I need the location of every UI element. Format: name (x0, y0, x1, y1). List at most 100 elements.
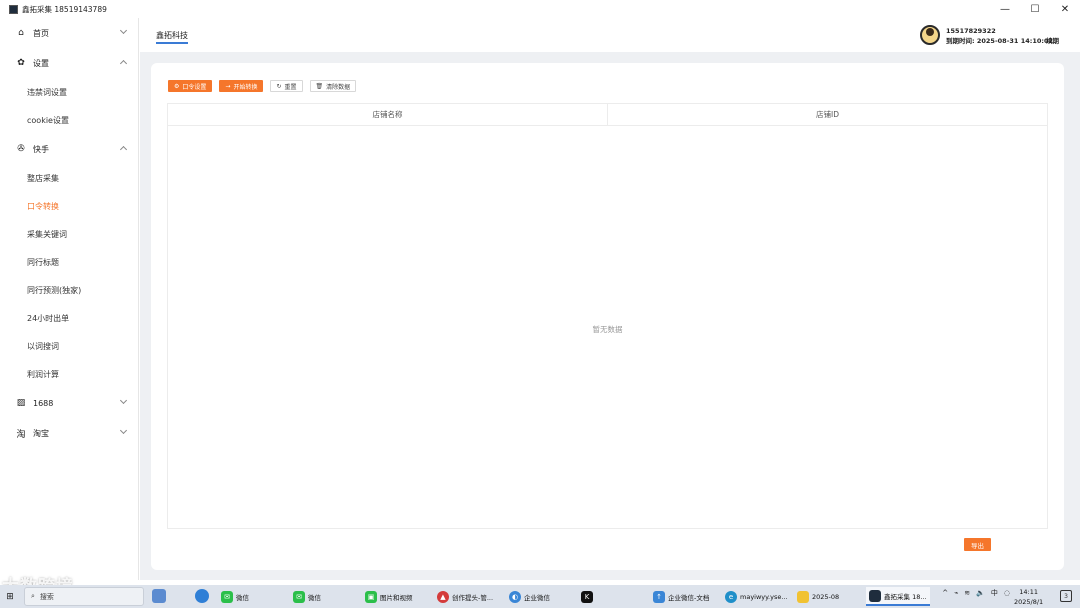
taskbar-label: 企业微信-文档 (668, 593, 710, 602)
docs-icon: ↑ (653, 590, 665, 603)
taskbar-search[interactable]: ⌕ 搜索 (24, 587, 144, 606)
sidebar-subitem-shop-collect[interactable]: 整店采集 (0, 164, 138, 192)
table-header: 店铺名称 店铺ID (168, 104, 1047, 126)
taskbar-item-photos[interactable]: ▣ 图片和视频 (362, 587, 416, 606)
k-app-icon: K (581, 590, 593, 603)
chevron-down-icon (119, 26, 128, 35)
empty-state: 暂无数据 (592, 325, 623, 334)
chevron-down-icon (119, 426, 128, 435)
taskbar: ⊞ ⌕ 搜索 ✉ 微信 ✉ 微信 ▣ 图片和视频 ▲ 创作提头-管... ◐ 企… (0, 585, 1080, 608)
browser-icon[interactable] (195, 589, 209, 603)
refresh-icon: ↻ (276, 82, 282, 90)
creator-icon: ▲ (437, 590, 449, 603)
sidebar-item-label: 快手 (33, 144, 49, 154)
button-label: 口令设置 (182, 83, 207, 91)
expire-time: 到期时间: 2025-08-31 14:10:02 (946, 37, 1054, 45)
toolbar: ⚙ 口令设置 → 开始转换 ↻ 重置 🗑 清除数据 (168, 80, 357, 92)
data-table: 店铺名称 店铺ID 暂无数据 (167, 103, 1048, 529)
taskbar-item-xintuo[interactable]: 鑫拓采集 18... (866, 587, 930, 606)
button-label: 清除数据 (326, 83, 351, 91)
gear-icon: ✿ (17, 58, 25, 68)
chevron-up-icon[interactable]: ^ (942, 589, 948, 597)
laptop-icon[interactable] (152, 589, 166, 603)
taskbar-label: 鑫拓采集 18... (884, 592, 927, 601)
settings-icon: ⚙ (174, 82, 180, 90)
home-icon: ⌂ (18, 28, 24, 38)
chevron-up-icon (119, 59, 128, 68)
active-tab-indicator (156, 42, 188, 44)
close-button[interactable]: ✕ (1050, 0, 1080, 18)
reset-button[interactable]: ↻ 重置 (270, 80, 303, 92)
taskbar-item-wecom[interactable]: ◐ 企业微信 (506, 587, 553, 606)
sidebar-item-home[interactable]: ⌂ 首页 (0, 18, 138, 48)
user-phone: 15517829322 (946, 27, 996, 35)
tab-xintuo[interactable]: 鑫拓科技 (156, 30, 188, 41)
taskbar-item-creator[interactable]: ▲ 创作提头-管... (434, 587, 496, 606)
renew-link[interactable]: 续期 (1046, 35, 1059, 45)
clear-data-button[interactable]: 🗑 清除数据 (309, 80, 357, 92)
chevron-down-icon (119, 396, 128, 405)
edge-icon: e (725, 590, 737, 603)
app-icon (9, 4, 18, 14)
wechat-icon: ✉ (293, 590, 305, 603)
minimize-button[interactable]: — (990, 0, 1020, 18)
button-label: 开始转换 (233, 83, 258, 91)
volume-icon[interactable]: 🔈 (976, 589, 985, 597)
system-tray: ^ ⌁ ≋ 🔈 中 ◌ (942, 588, 1010, 598)
sidebar-subitem-cookie[interactable]: cookie设置 (0, 106, 138, 134)
sidebar-subitem-peer-titles[interactable]: 同行标题 (0, 248, 138, 276)
sidebar-subitem-banned-words[interactable]: 违禁词设置 (0, 78, 138, 106)
sidebar-subitem-code-convert[interactable]: 口令转换 (0, 192, 138, 220)
code-settings-button[interactable]: ⚙ 口令设置 (168, 80, 213, 92)
taskbar-item-wecom-docs[interactable]: ↑ 企业微信-文档 (650, 587, 712, 606)
window-title: 鑫拓采集 18519143789 (22, 4, 107, 14)
taskbar-label: 企业微信 (524, 593, 550, 602)
sidebar: ⌂ 首页 ✿ 设置 违禁词设置 cookie设置 ✇ 快手 整店采集 口令转换 … (0, 18, 139, 580)
clock-time: 14:11 (1019, 588, 1038, 596)
window-controls: — ☐ ✕ (990, 0, 1080, 18)
column-header-shop-id[interactable]: 店铺ID (607, 104, 1047, 125)
network-icon[interactable]: ⌁ (954, 589, 958, 597)
taskbar-label: 微信 (236, 593, 249, 602)
sidebar-item-settings[interactable]: ✿ 设置 (0, 48, 138, 78)
taskbar-label: 创作提头-管... (452, 593, 494, 602)
windows-start-icon[interactable]: ⊞ (0, 585, 20, 608)
sidebar-item-kuaishou[interactable]: ✇ 快手 (0, 134, 138, 164)
sidebar-item-1688[interactable]: ▨ 1688 (0, 388, 138, 418)
taskbar-item-wechat-1[interactable]: ✉ 微信 (218, 587, 252, 606)
folder-icon (797, 590, 809, 603)
sidebar-subitem-24h-orders[interactable]: 24小时出单 (0, 304, 138, 332)
taskbar-item-folder[interactable]: 2025-08 (794, 587, 842, 606)
taskbar-item-wechat-2[interactable]: ✉ 微信 (290, 587, 324, 606)
start-convert-button[interactable]: → 开始转换 (219, 80, 264, 92)
trash-icon: 🗑 (315, 82, 324, 90)
avatar[interactable] (920, 25, 940, 45)
taskbar-item-k-app[interactable]: K (578, 587, 596, 606)
clock[interactable]: 14:11 2025/8/1 (1014, 587, 1043, 607)
wifi-icon[interactable]: ≋ (964, 589, 970, 597)
sidebar-subitem-word-search[interactable]: 以词搜词 (0, 332, 138, 360)
arrow-right-icon: → (225, 82, 231, 90)
taskbar-label: 2025-08 (812, 592, 840, 601)
column-header-shop-name[interactable]: 店铺名称 (168, 104, 607, 125)
photos-icon: ▣ (365, 590, 377, 603)
clock-date: 2025/8/1 (1014, 598, 1044, 606)
sidebar-item-label: 首页 (33, 28, 49, 38)
app-tray-icon[interactable]: ◌ (1004, 589, 1010, 597)
sidebar-subitem-profit-calc[interactable]: 利润计算 (0, 360, 138, 388)
sidebar-subitem-keywords[interactable]: 采集关键词 (0, 220, 138, 248)
chevron-up-icon (119, 145, 128, 154)
sidebar-subitem-peer-forecast[interactable]: 同行预测(独家) (0, 276, 138, 304)
sidebar-item-label: 淘宝 (33, 428, 49, 438)
maximize-button[interactable]: ☐ (1020, 0, 1050, 18)
ime-indicator[interactable]: 中 (991, 588, 998, 598)
taskbar-label: 图片和视频 (380, 593, 413, 602)
button-label: 重置 (284, 83, 297, 91)
export-button[interactable]: 导出 (964, 538, 991, 551)
notification-icon[interactable]: 3 (1060, 590, 1072, 602)
top-header: 鑫拓科技 15517829322 到期时间: 2025-08-31 14:10:… (140, 18, 1080, 52)
sidebar-item-taobao[interactable]: 淘 淘宝 (0, 418, 138, 448)
taskbar-item-edge[interactable]: e mayiwyy.yse... (722, 587, 791, 606)
taskbar-label: 微信 (308, 593, 321, 602)
wechat-icon: ✉ (221, 590, 233, 603)
